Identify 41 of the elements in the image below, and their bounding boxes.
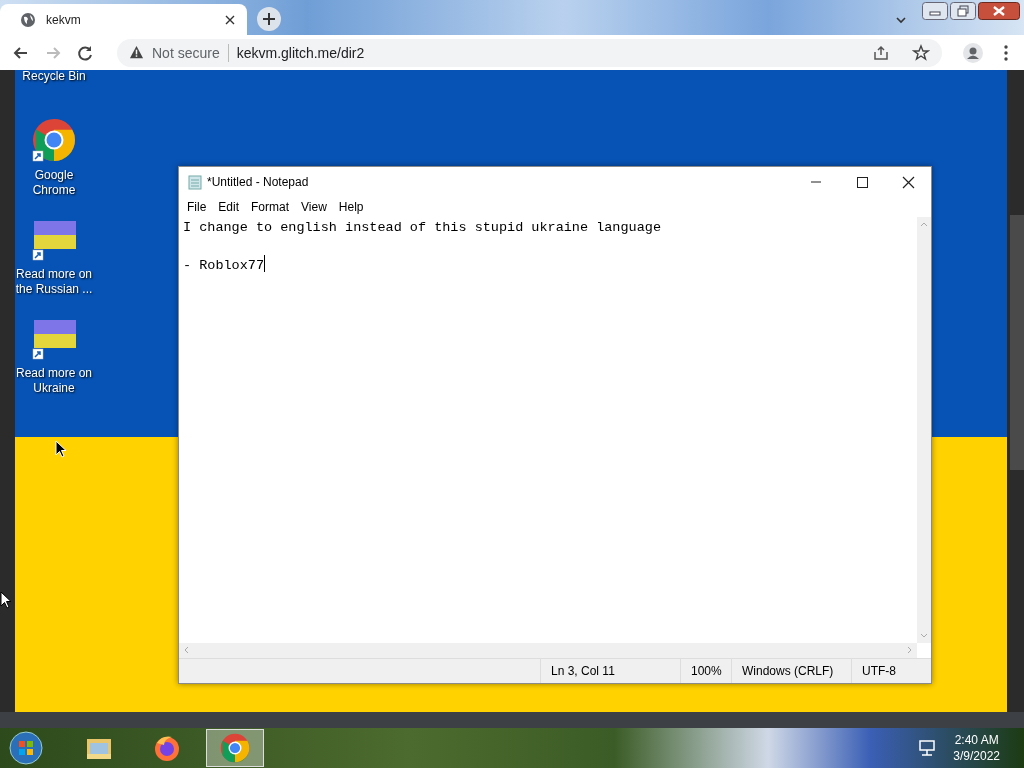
address-bar[interactable]: Not secure kekvm.glitch.me/dir2 (117, 38, 942, 67)
globe-icon (20, 11, 36, 28)
chrome-icon (220, 733, 250, 763)
clock[interactable]: 2:40 AM 3/9/2022 (953, 732, 1024, 764)
browser-tab[interactable]: kekvm (0, 4, 247, 35)
menu-item[interactable]: Help (332, 200, 370, 214)
desktop-icon-label[interactable]: Recycle Bin (15, 70, 94, 84)
warning-icon (129, 45, 144, 60)
url-text: kekvm.glitch.me/dir2 (236, 44, 365, 61)
window-title: *Untitled - Notepad (207, 175, 309, 189)
time-text: 2:40 AM (954, 732, 999, 748)
close-icon[interactable] (978, 2, 1020, 20)
close-icon[interactable] (225, 14, 235, 25)
menu-item[interactable]: File (181, 200, 213, 214)
taskbar-app[interactable] (206, 729, 264, 767)
chrome-icon[interactable] (32, 118, 76, 162)
security-label: Not secure (152, 44, 220, 61)
network-icon[interactable] (917, 738, 938, 758)
desktop-icon-label[interactable]: Read more on the Russian ... (15, 267, 94, 297)
scrollbar-thumb[interactable] (1010, 215, 1024, 470)
notepad-icon (187, 174, 203, 190)
cursor-icon (55, 440, 67, 458)
menu-item[interactable]: Format (245, 200, 296, 214)
profile-icon[interactable] (962, 41, 984, 64)
status-field: Windows (CRLF) (731, 659, 851, 683)
share-icon[interactable] (872, 43, 890, 62)
start-button[interactable] (8, 730, 44, 766)
star-icon[interactable] (912, 43, 930, 62)
cursor-icon (0, 591, 12, 609)
restore-icon[interactable] (950, 2, 976, 20)
desktop-icon-label[interactable]: Google Chrome (15, 168, 94, 198)
menu-item[interactable]: Edit (212, 200, 246, 214)
status-field: UTF-8 (851, 659, 931, 683)
desktop-icon-label[interactable]: Read more on Ukraine (15, 366, 94, 396)
menu-item[interactable]: View (295, 200, 333, 214)
date-text: 3/9/2022 (953, 748, 1000, 764)
status-field: Ln 3, Col 11 (540, 659, 680, 683)
minimize-icon[interactable] (922, 2, 948, 20)
status-field: 100% (680, 659, 731, 683)
new-tab-icon[interactable] (256, 6, 282, 32)
text-editor[interactable]: I change to english instead of this stupid ukraine language - Roblox77 (179, 217, 917, 643)
